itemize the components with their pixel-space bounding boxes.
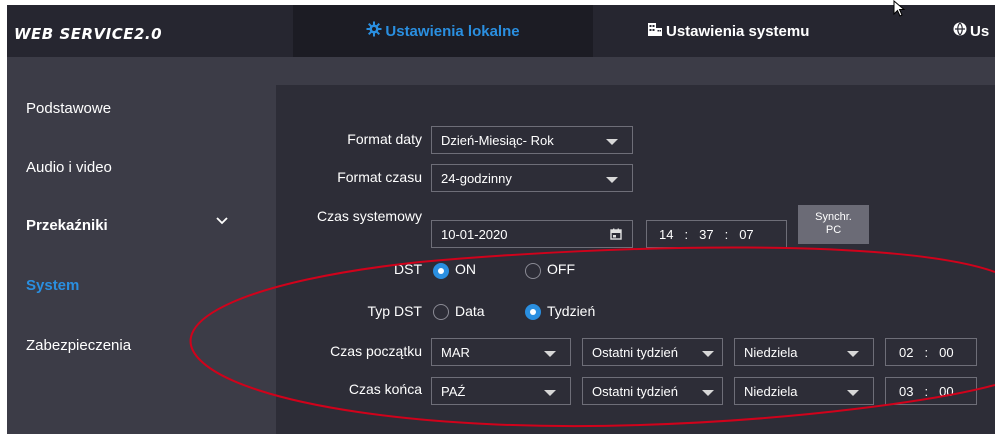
dst-type-week-label: Tydzień — [547, 303, 596, 319]
building-icon — [647, 21, 663, 41]
caret-down-icon — [606, 177, 618, 183]
sidebar-item-system[interactable]: System — [26, 277, 79, 294]
app-logo: WEB SERVICE2.0 — [14, 25, 163, 43]
dst-type-label: Typ DST — [367, 303, 422, 319]
caret-down-icon — [702, 390, 714, 396]
calendar-icon[interactable] — [610, 228, 622, 240]
start-time-hours: 02 — [899, 344, 914, 360]
sync-pc-line1: Synchr. — [815, 211, 852, 223]
sync-pc-button[interactable]: Synchr. PC — [798, 205, 869, 244]
dst-type-week-radio[interactable] — [525, 304, 541, 320]
app-window: WEB SERVICE2.0 Ustawienia lokalne Ustawi… — [0, 0, 995, 434]
end-day-value: Niedziela — [744, 383, 798, 399]
date-format-value: Dzień-Miesiąc- Rok — [441, 132, 554, 148]
end-week-value: Ostatni tydzień — [592, 383, 678, 399]
sidebar-item-basic[interactable]: Podstawowe — [26, 100, 111, 117]
time-separator: : — [924, 383, 929, 399]
dst-on-label: ON — [455, 261, 476, 277]
time-format-select[interactable]: 24-godzinny — [431, 164, 633, 192]
start-week-select[interactable]: Ostatni tydzień — [582, 338, 723, 366]
system-date-input[interactable]: 10-01-2020 — [431, 220, 633, 248]
tab-other[interactable]: Us — [953, 5, 989, 57]
dst-type-date-radio[interactable] — [433, 304, 449, 320]
tab-label: Us — [970, 22, 990, 40]
sidebar-item-security[interactable]: Zabezpieczenia — [26, 337, 131, 354]
gear-icon — [366, 21, 382, 41]
date-format-select[interactable]: Dzień-Miesiąc- Rok — [431, 126, 633, 154]
start-week-value: Ostatni tydzień — [592, 344, 678, 360]
start-day-value: Niedziela — [744, 344, 798, 360]
caret-down-icon — [847, 351, 859, 357]
date-format-label: Format daty — [347, 131, 422, 147]
tab-local-settings[interactable]: Ustawienia lokalne — [293, 5, 593, 57]
end-month-value: PAŹ — [441, 383, 466, 399]
dst-off-label: OFF — [547, 261, 575, 277]
chevron-down-icon[interactable] — [215, 216, 229, 226]
dst-off-radio[interactable] — [525, 263, 541, 279]
tab-system-settings[interactable]: Ustawienia systemu — [647, 5, 809, 57]
end-time-minutes: 00 — [939, 383, 954, 399]
caret-down-icon — [847, 390, 859, 396]
end-day-select[interactable]: Niedziela — [734, 377, 874, 405]
start-month-select[interactable]: MAR — [431, 338, 571, 366]
caret-down-icon — [606, 139, 618, 145]
time-format-value: 24-godzinny — [441, 170, 512, 186]
end-time-input[interactable]: 03 : 00 — [885, 377, 977, 405]
end-time-label: Czas końca — [348, 381, 422, 397]
dst-on-radio[interactable] — [433, 263, 449, 279]
end-week-select[interactable]: Ostatni tydzień — [582, 377, 723, 405]
start-time-label: Czas początku — [330, 343, 422, 359]
start-day-select[interactable]: Niedziela — [734, 338, 874, 366]
system-time-minutes: 37 — [699, 226, 714, 242]
time-separator: : — [924, 344, 929, 360]
end-time-hours: 03 — [899, 383, 914, 399]
caret-down-icon — [702, 351, 714, 357]
caret-down-icon — [544, 351, 556, 357]
start-time-minutes: 00 — [939, 344, 954, 360]
start-time-input[interactable]: 02 : 00 — [885, 338, 977, 366]
dst-type-date-label: Data — [455, 303, 485, 319]
time-separator: : — [684, 226, 689, 242]
sync-pc-line2: PC — [825, 224, 842, 236]
tab-label: Ustawienia systemu — [666, 22, 810, 40]
sidebar-item-relays[interactable]: Przekaźniki — [26, 217, 108, 234]
globe-icon — [953, 22, 967, 40]
dst-label: DST — [394, 261, 422, 277]
mouse-cursor-icon — [893, 0, 906, 17]
top-navigation-bar: WEB SERVICE2.0 Ustawienia lokalne Ustawi… — [7, 5, 995, 57]
system-time-seconds: 07 — [739, 226, 754, 242]
tab-label: Ustawienia lokalne — [385, 22, 520, 40]
time-separator: : — [724, 226, 729, 242]
sidebar-item-audio-video[interactable]: Audio i video — [26, 159, 112, 176]
system-time-hours: 14 — [659, 226, 674, 242]
time-format-label: Format czasu — [337, 169, 422, 185]
end-month-select[interactable]: PAŹ — [431, 377, 571, 405]
caret-down-icon — [544, 390, 556, 396]
system-time-input[interactable]: 14 : 37 : 07 — [646, 220, 787, 248]
system-time-label: Czas systemowy — [316, 208, 422, 224]
start-month-value: MAR — [441, 344, 470, 360]
system-date-value: 10-01-2020 — [441, 226, 508, 242]
